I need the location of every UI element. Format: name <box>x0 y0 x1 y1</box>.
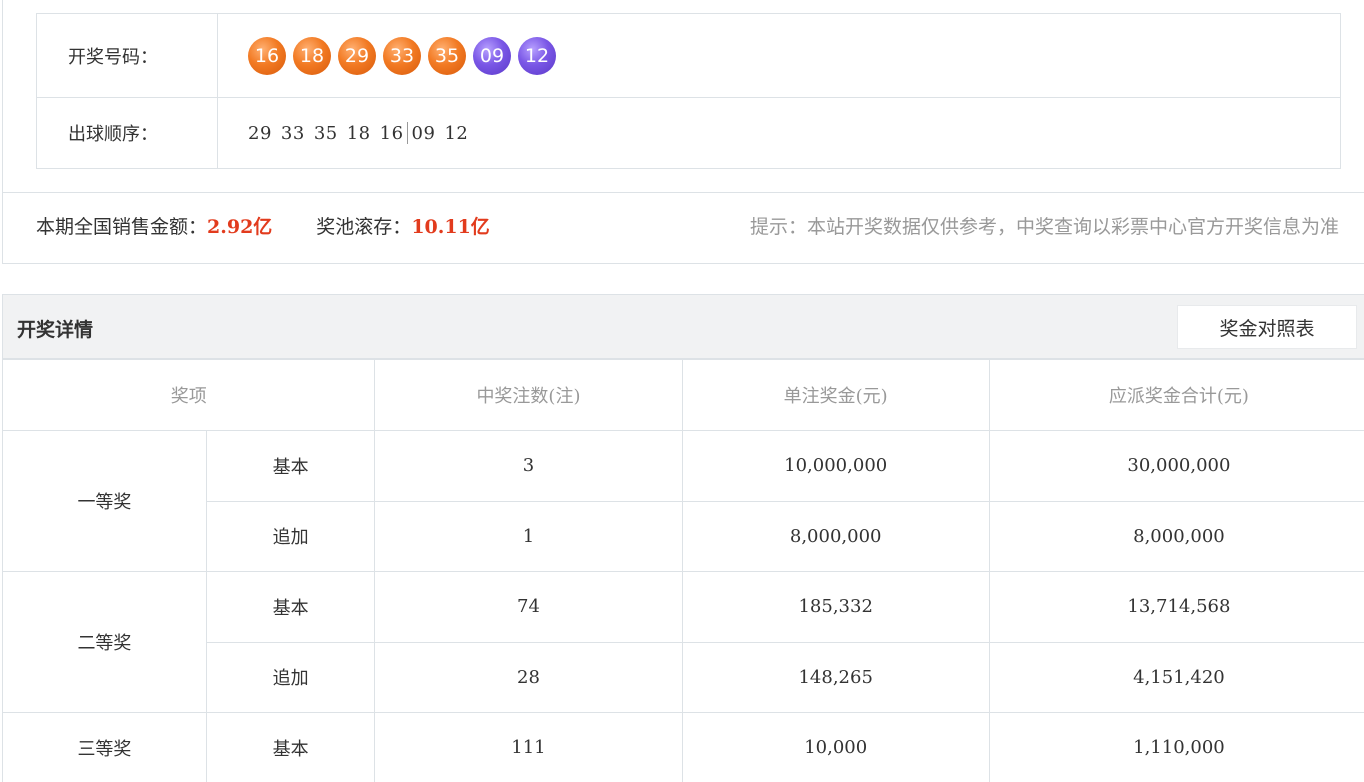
prize-type: 基本 <box>205 430 376 502</box>
draw-order-label: 出球顺序： <box>37 98 218 168</box>
order-number: 16 <box>379 122 404 144</box>
table-row: 三等奖 基本 111 10,000 1,110,000 <box>3 712 1364 782</box>
draw-order-sequence: 29 33 35 18 16 09 12 <box>218 98 1340 168</box>
pool-amount: 10.11亿 <box>411 216 490 238</box>
draw-result-panel: 开奖号码： 16 18 29 33 35 09 12 出球顺序： 29 33 3… <box>2 0 1364 264</box>
winning-numbers-label: 开奖号码： <box>37 14 218 97</box>
prize-type: 追加 <box>206 500 376 572</box>
draw-order-row: 出球顺序： 29 33 35 18 16 09 12 <box>37 98 1340 168</box>
table-row: 追加 1 8,000,000 8,000,000 <box>3 500 1364 572</box>
total-prize: 1,110,000 <box>988 712 1364 782</box>
winner-count: 28 <box>374 641 683 713</box>
sales-amount: 2.92亿 <box>207 216 273 238</box>
table-row: 二等奖 基本 74 185,332 13,714,568 <box>3 571 1364 713</box>
total-prize: 8,000,000 <box>988 500 1364 572</box>
prize-type: 追加 <box>206 641 376 713</box>
table-header-row: 奖项 中奖注数(注) 单注奖金(元) 应派奖金合计(元) <box>3 359 1364 431</box>
disclaimer-tip: 提示：本站开奖数据仅供参考，中奖查询以彩票中心官方开奖信息为准 <box>749 216 1339 238</box>
detail-header: 开奖详情 奖金对照表 <box>3 295 1364 359</box>
prize-name: 二等奖 <box>3 571 207 713</box>
pool-label: 奖池滚存： <box>316 216 412 238</box>
winning-balls: 16 18 29 33 35 09 12 <box>218 14 1340 97</box>
order-number: 09 <box>411 122 436 144</box>
header-total: 应派奖金合计(元) <box>988 359 1364 431</box>
winning-numbers-row: 开奖号码： 16 18 29 33 35 09 12 <box>37 14 1340 98</box>
prize-name: 一等奖 <box>3 430 207 572</box>
detail-title: 开奖详情 <box>17 319 94 341</box>
order-number: 18 <box>346 122 371 144</box>
table-row: 追加 28 148,265 4,151,420 <box>3 641 1364 713</box>
draw-info-table: 开奖号码： 16 18 29 33 35 09 12 出球顺序： 29 33 3… <box>36 13 1341 169</box>
header-prize: 奖项 <box>3 359 376 431</box>
winner-count: 74 <box>374 571 683 643</box>
header-count: 中奖注数(注) <box>374 359 683 431</box>
front-ball: 29 <box>338 36 376 75</box>
prize-type: 基本 <box>205 571 376 643</box>
total-prize: 13,714,568 <box>988 571 1364 643</box>
prize-chart-button[interactable]: 奖金对照表 <box>1177 305 1357 349</box>
single-prize: 148,265 <box>681 641 990 713</box>
single-prize: 10,000 <box>681 712 990 782</box>
order-number: 35 <box>313 122 338 144</box>
order-number: 33 <box>280 122 305 144</box>
header-single: 单注奖金(元) <box>681 359 990 431</box>
order-divider <box>406 122 408 144</box>
back-ball: 12 <box>518 36 556 75</box>
front-ball: 35 <box>428 36 466 75</box>
divider <box>3 192 1364 193</box>
total-prize: 4,151,420 <box>988 641 1364 713</box>
order-number: 12 <box>444 122 469 144</box>
total-prize: 30,000,000 <box>988 430 1364 502</box>
prize-name: 三等奖 <box>3 712 207 782</box>
front-ball: 18 <box>293 36 331 75</box>
order-number: 29 <box>248 122 272 144</box>
single-prize: 8,000,000 <box>681 500 990 572</box>
sales-summary: 本期全国销售金额： 2.92亿 奖池滚存： 10.11亿 <box>36 212 490 239</box>
sales-label: 本期全国销售金额： <box>36 216 208 238</box>
back-ball: 09 <box>473 36 511 75</box>
winner-count: 3 <box>374 430 683 502</box>
prize-table: 奖项 中奖注数(注) 单注奖金(元) 应派奖金合计(元) 一等奖 基本 3 10… <box>3 359 1364 782</box>
prize-type: 基本 <box>205 712 376 782</box>
single-prize: 185,332 <box>681 571 990 643</box>
winner-count: 1 <box>374 500 683 572</box>
single-prize: 10,000,000 <box>681 430 990 502</box>
front-ball: 33 <box>383 36 421 75</box>
table-row: 一等奖 基本 3 10,000,000 30,000,000 <box>3 430 1364 572</box>
front-ball: 16 <box>248 36 286 75</box>
winner-count: 111 <box>374 712 683 782</box>
prize-detail-panel: 开奖详情 奖金对照表 奖项 中奖注数(注) 单注奖金(元) 应派奖金合计(元) … <box>2 294 1364 782</box>
